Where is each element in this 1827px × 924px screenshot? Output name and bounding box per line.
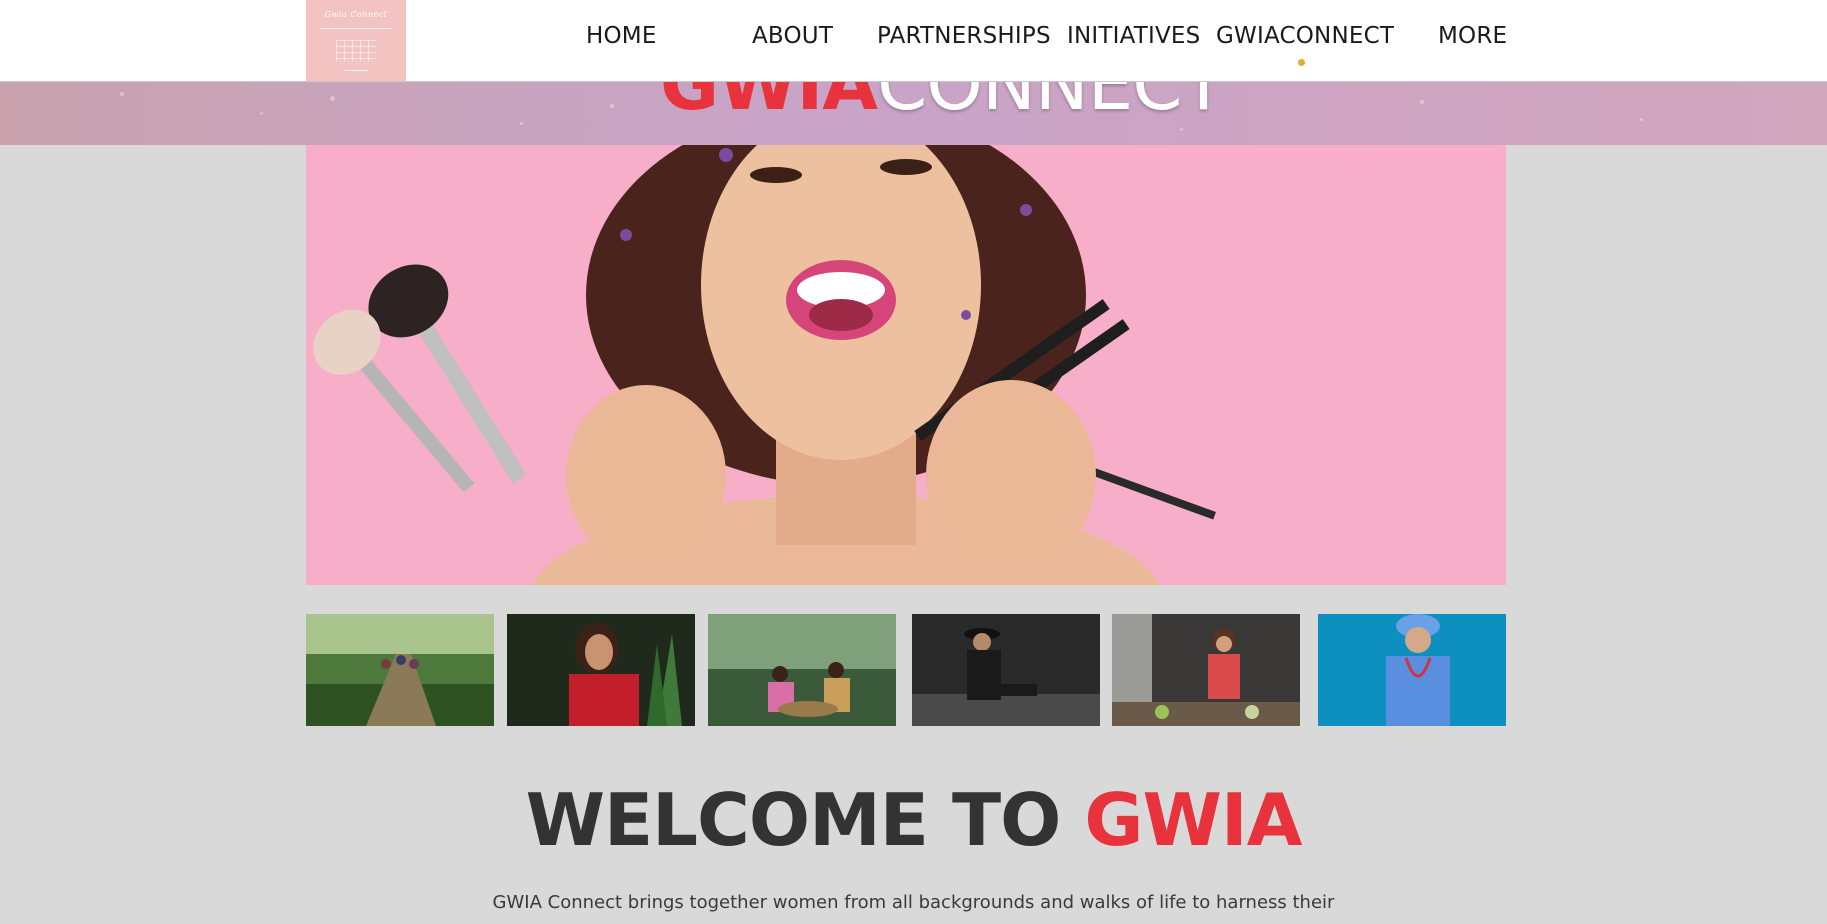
nav-more[interactable]: MORE — [1438, 23, 1507, 49]
banner-title: GWIACONNECT — [660, 82, 1225, 120]
welcome-prefix: WELCOME TO — [525, 778, 1085, 862]
nav-about[interactable]: ABOUT — [752, 23, 833, 49]
banner-title-white: CONNECT — [877, 82, 1225, 126]
banner-title-red: GWIA — [660, 82, 878, 126]
gallery-thumb[interactable] — [306, 614, 494, 726]
gallery-thumb[interactable] — [912, 614, 1100, 726]
active-nav-indicator — [1298, 59, 1305, 66]
nav-home[interactable]: HOME — [586, 23, 657, 49]
hero-image — [306, 145, 1506, 585]
nav-partnerships[interactable]: PARTNERSHIPS — [877, 23, 1051, 49]
gallery-thumb[interactable] — [708, 614, 896, 726]
welcome-heading: WELCOME TO GWIA — [0, 784, 1827, 856]
welcome-highlight: GWIA — [1084, 778, 1302, 862]
nav-initiatives[interactable]: INITIATIVES — [1067, 23, 1200, 49]
main-nav: HOME ABOUT PARTNERSHIPS INITIATIVES GWIA… — [0, 0, 1827, 82]
site-header: Gwia Connect HOME ABOUT PARTNERSHIPS INI… — [0, 0, 1827, 82]
page-banner: GWIACONNECT — [0, 82, 1827, 145]
gallery-thumb[interactable] — [1318, 614, 1506, 726]
nav-gwiaconnect[interactable]: GWIACONNECT — [1216, 23, 1394, 49]
gallery-thumb[interactable] — [507, 614, 695, 726]
intro-text: GWIA Connect brings together women from … — [492, 892, 1335, 913]
gallery-thumb[interactable] — [1112, 614, 1300, 726]
